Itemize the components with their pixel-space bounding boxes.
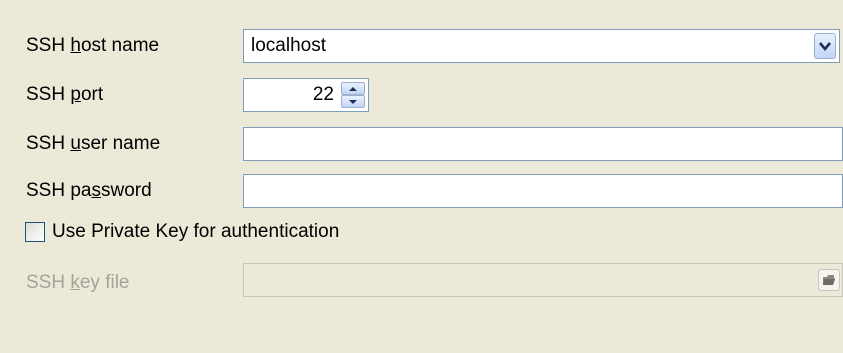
ssh-key-file-field[interactable]	[243, 263, 843, 297]
ssh-port-value: 22	[312, 84, 334, 105]
ssh-host-name-label: SSH host name	[26, 35, 160, 56]
ssh-password-label: SSH password	[26, 180, 152, 201]
ssh-password-field[interactable]	[243, 174, 843, 208]
ssh-key-file-label: SSH key file	[26, 272, 130, 293]
ssh-host-name-combo[interactable]: localhost	[243, 29, 840, 63]
folder-open-icon[interactable]	[818, 269, 840, 291]
ssh-user-name-field[interactable]	[243, 127, 843, 161]
spin-down-icon[interactable]	[341, 95, 365, 108]
chevron-down-icon[interactable]	[814, 33, 836, 59]
spin-up-icon[interactable]	[341, 82, 365, 95]
ssh-port-spinner[interactable]: 22	[243, 78, 369, 112]
use-private-key-checkbox[interactable]	[25, 222, 45, 242]
ssh-host-name-value: localhost	[251, 35, 326, 56]
ssh-user-name-label: SSH user name	[26, 133, 161, 154]
ssh-settings-panel: SSH host name localhost SSH port 22 SSH …	[0, 0, 843, 353]
port-spin-buttons	[341, 82, 365, 108]
use-private-key-label[interactable]: Use Private Key for authentication	[52, 215, 339, 249]
ssh-port-label: SSH port	[26, 84, 104, 105]
